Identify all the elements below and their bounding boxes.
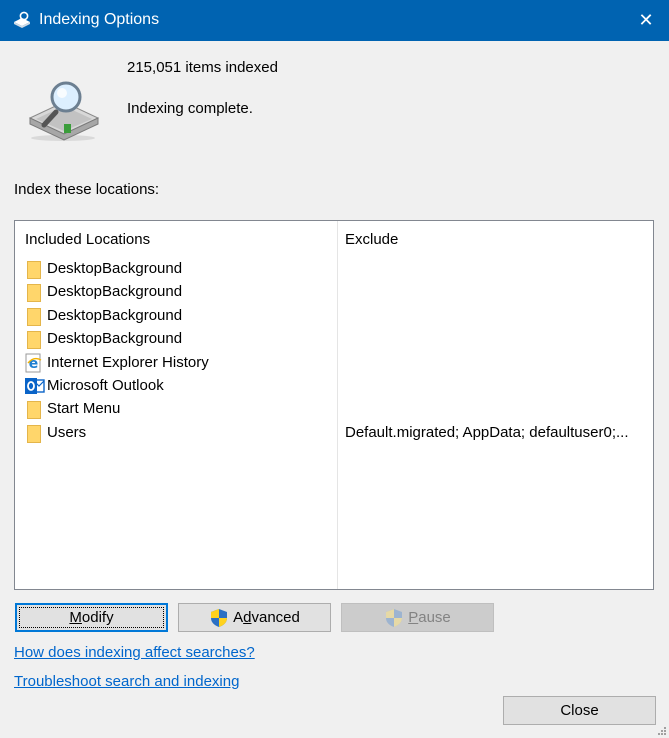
uac-shield-icon bbox=[386, 608, 403, 627]
indexing-drive-icon bbox=[28, 81, 100, 141]
included-locations-header: Included Locations bbox=[25, 231, 151, 248]
pause-button[interactable]: Pause bbox=[341, 603, 494, 632]
focus-ring bbox=[19, 607, 164, 628]
folder-icon bbox=[25, 306, 43, 326]
items-indexed-count: 215,051 items indexed bbox=[127, 59, 278, 76]
location-row[interactable]: DesktopBackground bbox=[15, 328, 653, 351]
close-window-button[interactable]: ✕ bbox=[623, 0, 669, 41]
location-row[interactable]: DesktopBackground bbox=[15, 305, 653, 328]
location-name: Microsoft Outlook bbox=[47, 376, 164, 394]
location-name: Internet Explorer History bbox=[47, 353, 209, 371]
location-row[interactable]: Users Default.migrated; AppData; default… bbox=[15, 422, 653, 445]
index-locations-label: Index these locations: bbox=[14, 181, 160, 198]
location-exclude: Default.migrated; AppData; defaultuser0;… bbox=[345, 423, 629, 441]
folder-icon bbox=[25, 259, 43, 279]
locations-rows: DesktopBackground DesktopBackground Desk… bbox=[15, 258, 653, 445]
close-icon: ✕ bbox=[638, 10, 654, 30]
indexing-status-message: Indexing complete. bbox=[127, 100, 253, 117]
modify-button[interactable]: Modify bbox=[15, 603, 168, 632]
how-indexing-affects-searches-link[interactable]: How does indexing affect searches? bbox=[14, 644, 255, 661]
pause-label: Pause bbox=[408, 609, 451, 626]
location-name: DesktopBackground bbox=[47, 306, 183, 324]
location-row[interactable]: DesktopBackground bbox=[15, 258, 653, 281]
location-name: Users bbox=[47, 423, 87, 441]
advanced-label: Advanced bbox=[233, 609, 300, 626]
locations-list[interactable]: Included Locations Exclude DesktopBackgr… bbox=[14, 220, 654, 590]
indexing-options-icon bbox=[14, 11, 30, 28]
location-name: DesktopBackground bbox=[47, 283, 183, 301]
uac-shield-icon bbox=[211, 608, 228, 627]
folder-icon bbox=[25, 399, 43, 420]
folder-icon bbox=[25, 423, 43, 443]
title-bar: Indexing Options ✕ bbox=[0, 0, 669, 41]
location-name: Start Menu bbox=[47, 400, 121, 418]
resize-grip-icon[interactable] bbox=[657, 726, 667, 736]
folder-icon bbox=[25, 329, 43, 350]
exclude-header: Exclude bbox=[345, 231, 399, 248]
outlook-icon bbox=[25, 376, 45, 396]
close-button[interactable]: Close bbox=[503, 696, 656, 725]
advanced-button[interactable]: Advanced bbox=[178, 603, 331, 632]
location-row[interactable]: DesktopBackground bbox=[15, 281, 653, 304]
location-name: DesktopBackground bbox=[47, 260, 183, 277]
location-row[interactable]: e Internet Explorer History bbox=[15, 352, 653, 375]
troubleshoot-link[interactable]: Troubleshoot search and indexing bbox=[14, 673, 239, 690]
location-name: DesktopBackground bbox=[47, 330, 183, 348]
location-row[interactable]: Start Menu bbox=[15, 398, 653, 421]
folder-icon bbox=[25, 282, 43, 303]
internet-explorer-icon: e bbox=[25, 353, 43, 373]
window-title: Indexing Options bbox=[39, 11, 160, 28]
location-row[interactable]: Microsoft Outlook bbox=[15, 375, 653, 398]
